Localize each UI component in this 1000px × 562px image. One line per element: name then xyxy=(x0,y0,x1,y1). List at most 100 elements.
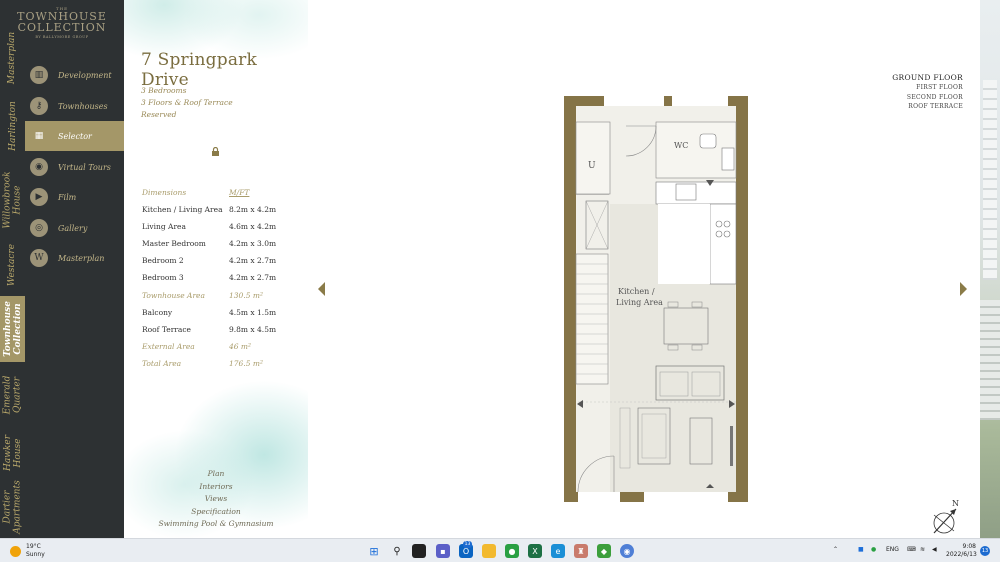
plan-label-u: U xyxy=(588,161,596,171)
tray-app-icon[interactable]: ■ xyxy=(858,546,864,553)
floor-first[interactable]: FIRST FLOOR xyxy=(916,84,963,91)
rail-item-townhouse-collection[interactable]: Townhouse Collection xyxy=(0,296,25,362)
dimension-value: 176.5 m² xyxy=(229,358,263,368)
weather-widget[interactable]: 19°C Sunny xyxy=(10,543,45,559)
dimension-label: Bedroom 3 xyxy=(142,273,184,283)
section-menu: ▥ Development ⚷ Townhouses ▦ Selector ◉ Virt… xyxy=(25,0,124,538)
unit-toggle[interactable]: M/FT xyxy=(229,188,249,197)
outlook-badge: 13 xyxy=(463,541,472,548)
dimension-row: Bedroom 3 4.2m x 2.7m xyxy=(142,273,302,282)
dimension-label: Kitchen / Living Area xyxy=(142,205,223,214)
notification-badge[interactable]: 13 xyxy=(980,546,990,556)
property-title: 7 Springpark Drive xyxy=(141,50,257,90)
dimension-label: Living Area xyxy=(142,222,186,232)
compass-icon: N xyxy=(933,499,959,534)
floors-text: 3 Floors & Roof Terrace xyxy=(141,98,233,107)
menu-item-development[interactable]: ▥ Development xyxy=(25,60,124,90)
dimension-value: 4.2m x 3.0m xyxy=(229,239,277,249)
dimension-label: External Area xyxy=(142,341,195,351)
dimension-row: Master Bedroom 4.2m x 3.0m xyxy=(142,239,302,248)
link-specification[interactable]: Specification xyxy=(124,507,308,516)
dimension-row: Roof Terrace 9.8m x 4.5m xyxy=(142,325,302,334)
dimension-label: Bedroom 2 xyxy=(142,256,184,266)
property-info-panel: 7 Springpark Drive 3 Bedrooms 3 Floors &… xyxy=(124,0,308,538)
app-icon[interactable]: ♜ xyxy=(574,544,588,558)
wechat-tray-icon[interactable]: ● xyxy=(871,546,876,553)
next-arrow-icon[interactable] xyxy=(960,282,967,296)
floor-ground[interactable]: GROUND FLOOR xyxy=(892,73,963,82)
menu-item-virtual-tours[interactable]: ◉ Virtual Tours xyxy=(25,152,124,182)
menu-item-masterplan[interactable]: W Masterplan xyxy=(25,243,124,273)
rail-item-hawker-house[interactable]: Hawker House xyxy=(0,425,25,480)
teams-icon[interactable]: ▪ xyxy=(436,544,450,558)
menu-item-gallery[interactable]: ◎ Gallery xyxy=(25,213,124,243)
rail-item-willowbrook[interactable]: Willowbrook House xyxy=(0,165,25,235)
rail-item-dartier-apartments[interactable]: Dartier Apartments xyxy=(0,478,25,536)
background-photo xyxy=(980,0,1000,538)
film-icon: ▶ xyxy=(30,188,48,206)
w-logo-icon: W xyxy=(30,249,48,267)
menu-item-townhouses[interactable]: ⚷ Townhouses xyxy=(25,91,124,121)
excel-icon[interactable]: X xyxy=(528,544,542,558)
ime-icon[interactable]: ⌨ xyxy=(907,546,916,553)
dimension-value: 46 m² xyxy=(229,341,252,351)
dimension-value: 8.2m x 4.2m xyxy=(229,205,277,214)
svg-text:N: N xyxy=(952,499,959,508)
wechat-icon[interactable]: ● xyxy=(505,544,519,558)
floorplan-viewer: GROUND FLOOR FIRST FLOOR SECOND FLOOR RO… xyxy=(308,0,980,538)
lock-icon xyxy=(211,146,220,156)
link-swimming-pool[interactable]: Swimming Pool & Gymnasium xyxy=(124,519,308,528)
link-plan[interactable]: Plan xyxy=(124,469,308,478)
link-interiors[interactable]: Interiors xyxy=(124,482,308,491)
previous-arrow-icon[interactable] xyxy=(318,282,325,296)
edge-icon[interactable]: e xyxy=(551,544,565,558)
dimension-value: 4.6m x 4.2m xyxy=(229,222,277,232)
dimension-label: Total Area xyxy=(142,358,182,368)
vr-headset-icon: ◉ xyxy=(30,158,48,176)
rail-item-harlington[interactable]: Harlington xyxy=(0,95,25,157)
floor-plan-drawing: U WC Kitchen / Living Area xyxy=(564,96,748,502)
grid-icon: ▦ xyxy=(34,131,44,141)
windows-start-icon[interactable]: ⊞ xyxy=(367,544,381,558)
dimension-row: Balcony 4.5m x 1.5m xyxy=(142,308,302,317)
dimension-row: Bedroom 2 4.2m x 2.7m xyxy=(142,256,302,265)
dimension-row: Kitchen / Living Area 8.2m x 4.2m xyxy=(142,205,302,214)
file-explorer-icon[interactable] xyxy=(482,544,496,558)
search-icon[interactable]: ⚲ xyxy=(390,544,404,558)
clock[interactable]: 9:08 2022/6/13 xyxy=(946,543,977,559)
dimension-label: Balcony xyxy=(142,307,173,317)
dimension-row: Total Area 176.5 m² xyxy=(142,359,302,368)
brand-logo[interactable]: THE TOWNHOUSE COLLECTION BY BALLYMORE GR… xyxy=(0,0,124,52)
floor-roof-terrace[interactable]: ROOF TERRACE xyxy=(908,103,963,110)
app-green-icon[interactable]: ◆ xyxy=(597,544,611,558)
building-icon: ▥ xyxy=(30,66,48,84)
plan-label-living: Living Area xyxy=(616,298,663,307)
bedrooms-text: 3 Bedrooms xyxy=(141,86,187,95)
rail-item-westacre[interactable]: Westacre xyxy=(0,240,25,290)
key-icon: ⚷ xyxy=(30,97,48,115)
volume-icon[interactable]: ◀ xyxy=(932,546,937,553)
menu-item-film[interactable]: ▶ Film xyxy=(25,182,124,212)
task-view-icon[interactable] xyxy=(412,544,426,558)
dimension-value: 9.8m x 4.5m xyxy=(229,324,277,334)
chrome-icon[interactable]: ◉ xyxy=(620,544,634,558)
development-rail: Masterplan Harlington Willowbrook House … xyxy=(0,0,25,538)
wifi-icon[interactable]: ≋ xyxy=(920,546,925,553)
chevron-up-icon[interactable]: ⌃ xyxy=(833,546,838,553)
status-text: Reserved xyxy=(141,110,177,119)
rail-item-emerald-quarter[interactable]: Emerald Quarter xyxy=(0,365,25,425)
dimension-row: Living Area 4.6m x 4.2m xyxy=(142,222,302,231)
link-views[interactable]: Views xyxy=(124,494,308,503)
dimension-value: 4.5m x 1.5m xyxy=(229,307,277,317)
camera-icon: ◎ xyxy=(30,219,48,237)
dimension-row: Townhouse Area 130.5 m² xyxy=(142,291,302,300)
dimension-row: External Area 46 m² xyxy=(142,342,302,351)
dimension-label: Roof Terrace xyxy=(142,324,191,334)
dimension-label: Townhouse Area xyxy=(142,290,205,300)
dimensions-header: Dimensions M/FT xyxy=(142,188,250,197)
language-indicator[interactable]: ENG xyxy=(886,546,899,553)
floor-second[interactable]: SECOND FLOOR xyxy=(907,94,963,101)
menu-item-selector[interactable]: ▦ Selector xyxy=(25,121,124,151)
sun-icon xyxy=(10,545,21,557)
plan-label-wc: WC xyxy=(674,141,688,150)
